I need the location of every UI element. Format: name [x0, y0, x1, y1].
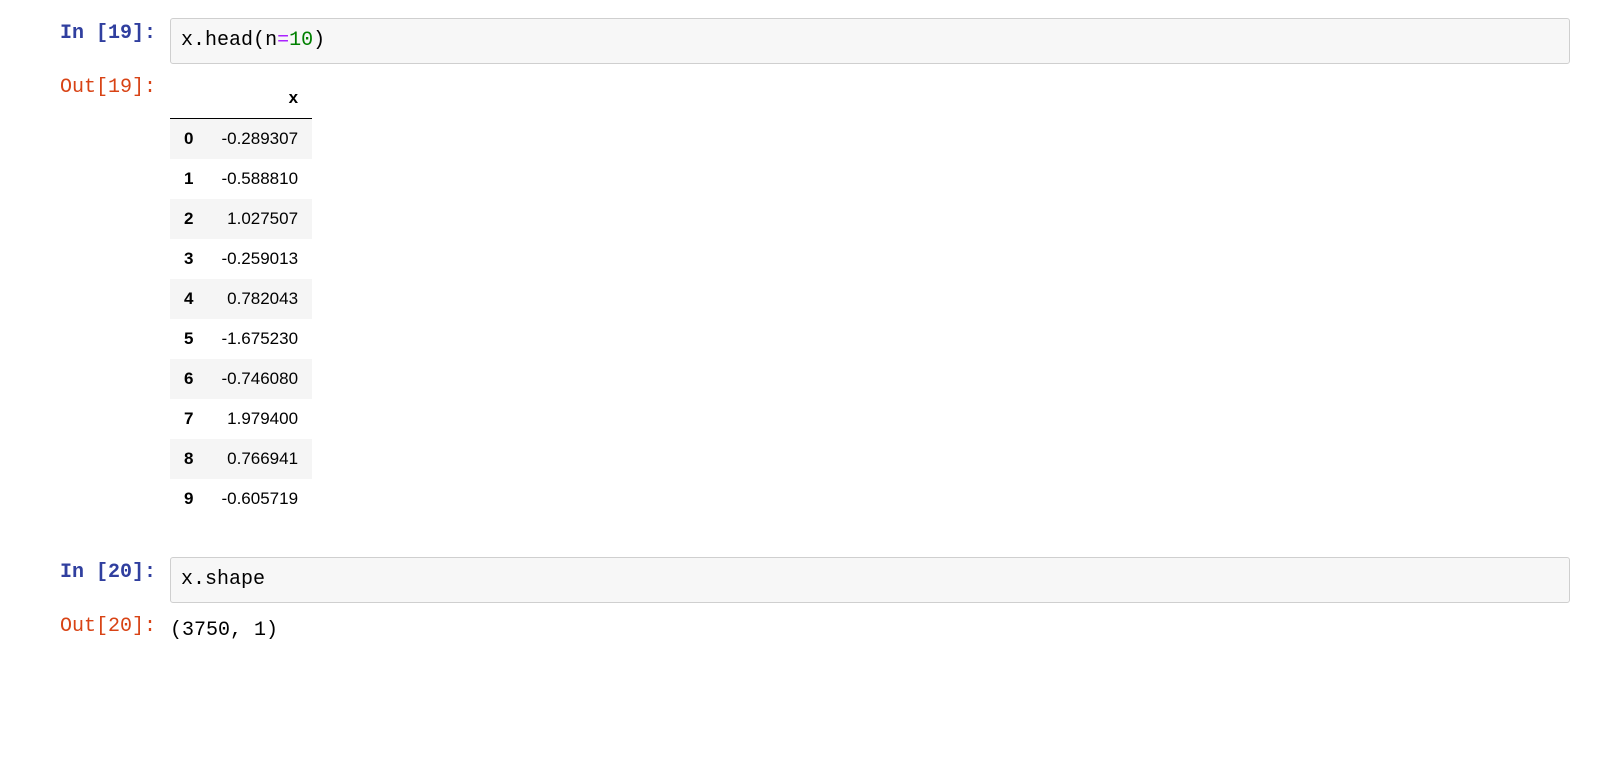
- cell-20-input: In [20]: x.shape: [40, 557, 1570, 603]
- prompt-in-19: In [19]:: [40, 18, 170, 50]
- code-token: (: [253, 29, 265, 52]
- code-token: x: [181, 29, 193, 52]
- df-index-cell: 4: [170, 279, 207, 319]
- df-value-cell: -0.746080: [207, 359, 312, 399]
- text-output: (3750, 1): [170, 611, 1570, 647]
- df-value-cell: 1.979400: [207, 399, 312, 439]
- table-row: 6 -0.746080: [170, 359, 312, 399]
- code-token: =: [277, 29, 289, 52]
- code-token: shape: [205, 568, 265, 591]
- df-value-cell: -0.588810: [207, 159, 312, 199]
- df-value-cell: -0.259013: [207, 239, 312, 279]
- code-token: n: [265, 29, 277, 52]
- table-row: 0 -0.289307: [170, 119, 312, 160]
- df-index-cell: 6: [170, 359, 207, 399]
- df-index-cell: 2: [170, 199, 207, 239]
- code-token: head: [205, 29, 253, 52]
- code-token: .: [193, 568, 205, 591]
- code-token: ): [313, 29, 325, 52]
- code-token: 10: [289, 29, 313, 52]
- prompt-in-20: In [20]:: [40, 557, 170, 589]
- table-row: 7 1.979400: [170, 399, 312, 439]
- notebook: In [19]: x.head(n=10) Out[19]: x 0 -0.28…: [0, 0, 1600, 647]
- df-value-cell: 0.766941: [207, 439, 312, 479]
- code-input-19[interactable]: x.head(n=10): [170, 18, 1570, 64]
- code-token: .: [193, 29, 205, 52]
- df-index-cell: 5: [170, 319, 207, 359]
- df-index-cell: 1: [170, 159, 207, 199]
- table-row: 3 -0.259013: [170, 239, 312, 279]
- cell-20-output: Out[20]: (3750, 1): [40, 611, 1570, 647]
- table-row: 5 -1.675230: [170, 319, 312, 359]
- prompt-out-19: Out[19]:: [40, 72, 170, 104]
- df-col-header: x: [207, 78, 312, 119]
- df-value-cell: -0.605719: [207, 479, 312, 519]
- df-index-cell: 9: [170, 479, 207, 519]
- df-value-cell: 0.782043: [207, 279, 312, 319]
- cell-19-input: In [19]: x.head(n=10): [40, 18, 1570, 64]
- table-row: 4 0.782043: [170, 279, 312, 319]
- df-index-header: [170, 78, 207, 119]
- df-index-cell: 8: [170, 439, 207, 479]
- prompt-out-20: Out[20]:: [40, 611, 170, 643]
- code-token: x: [181, 568, 193, 591]
- dataframe-output: x 0 -0.289307 1 -0.588810 2 1.027507: [170, 78, 312, 519]
- df-index-cell: 3: [170, 239, 207, 279]
- df-value-cell: -0.289307: [207, 119, 312, 160]
- table-row: 9 -0.605719: [170, 479, 312, 519]
- table-row: 2 1.027507: [170, 199, 312, 239]
- df-value-cell: -1.675230: [207, 319, 312, 359]
- df-value-cell: 1.027507: [207, 199, 312, 239]
- code-input-20[interactable]: x.shape: [170, 557, 1570, 603]
- table-row: 1 -0.588810: [170, 159, 312, 199]
- df-index-cell: 0: [170, 119, 207, 160]
- df-index-cell: 7: [170, 399, 207, 439]
- cell-19-output: Out[19]: x 0 -0.289307 1 -0.58881: [40, 72, 1570, 549]
- table-row: 8 0.766941: [170, 439, 312, 479]
